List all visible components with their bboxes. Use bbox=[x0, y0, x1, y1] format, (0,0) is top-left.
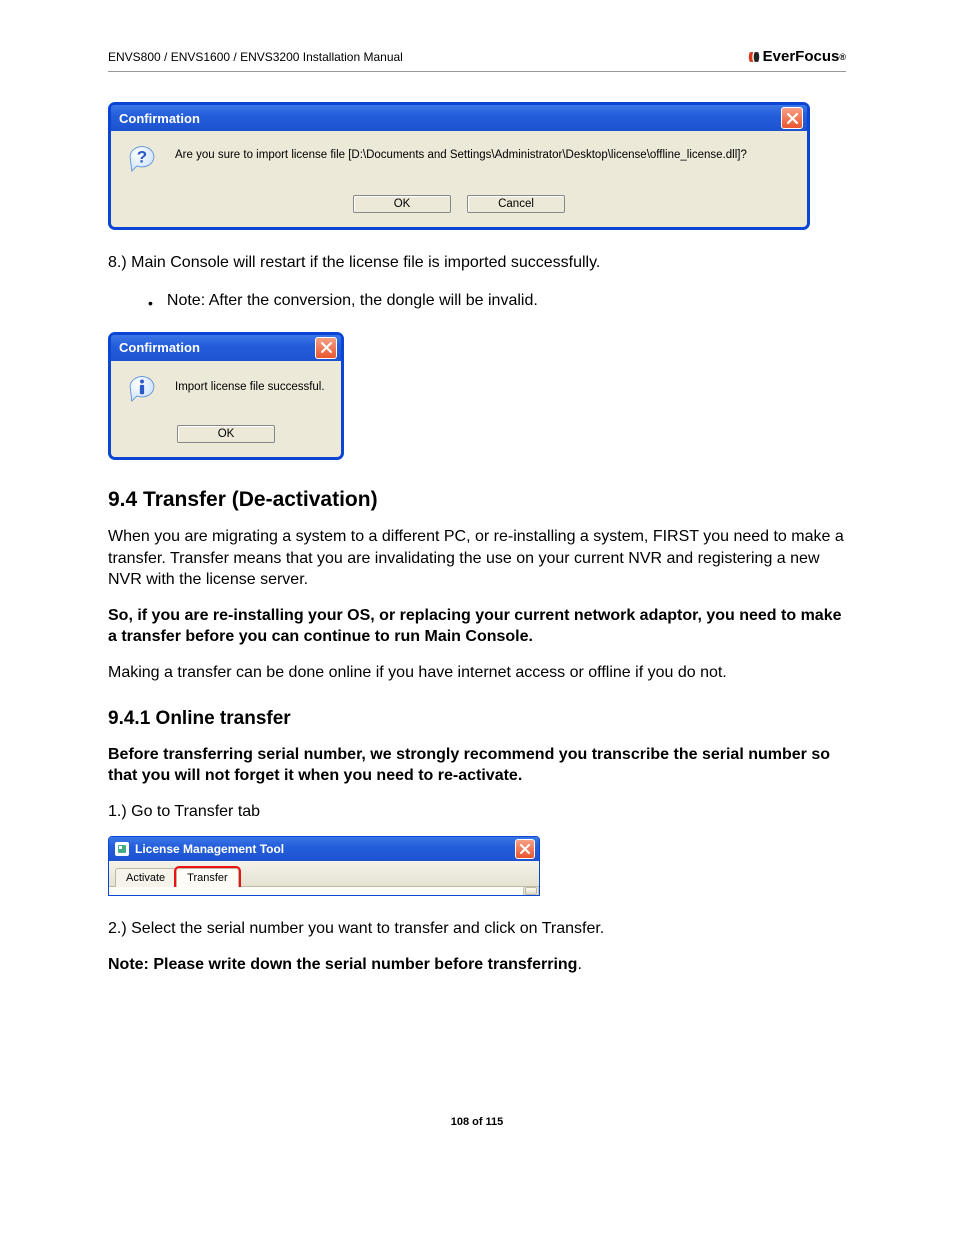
section-9-4-para-2: So, if you are re-installing your OS, or… bbox=[108, 605, 846, 648]
confirmation-dialog-success: Confirmation bbox=[108, 332, 344, 460]
app-icon bbox=[115, 842, 129, 856]
scroll-up-icon[interactable] bbox=[525, 887, 537, 895]
confirmation-dialog-import: Confirmation ? bbox=[108, 102, 810, 230]
section-9-4-para-1: When you are migrating a system to a dif… bbox=[108, 526, 846, 591]
section-9-4-1-para-1: Before transferring serial number, we st… bbox=[108, 744, 846, 787]
dialog-title: Confirmation bbox=[119, 111, 200, 126]
dialog-titlebar: Confirmation bbox=[111, 335, 341, 361]
everfocus-icon bbox=[747, 50, 761, 64]
info-icon bbox=[125, 373, 159, 407]
step-2-text: 2.) Select the serial number you want to… bbox=[108, 918, 846, 940]
section-9-4-1-heading: 9.4.1 Online transfer bbox=[108, 708, 846, 730]
cancel-button[interactable]: Cancel bbox=[467, 195, 565, 213]
note-write-down-period: . bbox=[577, 956, 581, 973]
close-icon[interactable] bbox=[315, 337, 337, 359]
ok-button[interactable]: OK bbox=[177, 425, 275, 443]
header-rule bbox=[108, 71, 846, 72]
note-write-down: Note: Please write down the serial numbe… bbox=[108, 954, 846, 976]
dialog-message: Import license file successful. bbox=[175, 373, 325, 393]
step-1-text: 1.) Go to Transfer tab bbox=[108, 801, 846, 823]
lmt-body bbox=[109, 887, 539, 895]
brand-logo: EverFocus® bbox=[747, 48, 846, 65]
lmt-titlebar: License Management Tool bbox=[109, 837, 539, 861]
brand-name: EverFocus bbox=[763, 48, 840, 65]
dialog-title: Confirmation bbox=[119, 340, 200, 355]
note-write-down-bold: Note: Please write down the serial numbe… bbox=[108, 956, 577, 973]
close-icon[interactable] bbox=[781, 107, 803, 129]
tab-activate[interactable]: Activate bbox=[115, 868, 176, 887]
scrollbar[interactable] bbox=[523, 887, 538, 895]
section-9-4-heading: 9.4 Transfer (De-activation) bbox=[108, 488, 846, 512]
bullet-icon: • bbox=[148, 292, 153, 314]
section-9-4-para-3: Making a transfer can be done online if … bbox=[108, 662, 846, 684]
svg-text:?: ? bbox=[137, 148, 147, 167]
note-text: Note: After the conversion, the dongle w… bbox=[167, 292, 538, 314]
brand-reg: ® bbox=[839, 52, 846, 62]
license-management-tool-window: License Management Tool Activate Transfe… bbox=[108, 836, 540, 896]
question-icon: ? bbox=[125, 143, 159, 177]
header-title: ENVS800 / ENVS1600 / ENVS3200 Installati… bbox=[108, 50, 403, 64]
note-bullet: • Note: After the conversion, the dongle… bbox=[148, 292, 846, 314]
ok-button[interactable]: OK bbox=[353, 195, 451, 213]
page-number: 108 of 115 bbox=[108, 1116, 846, 1128]
dialog-titlebar: Confirmation bbox=[111, 105, 807, 131]
tab-transfer[interactable]: Transfer bbox=[176, 868, 239, 887]
close-icon[interactable] bbox=[515, 839, 535, 859]
dialog-message: Are you sure to import license file [D:\… bbox=[175, 143, 747, 161]
lmt-title: License Management Tool bbox=[135, 842, 284, 856]
lmt-tabstrip: Activate Transfer bbox=[109, 861, 539, 887]
step-8-text: 8.) Main Console will restart if the lic… bbox=[108, 252, 846, 274]
page-header: ENVS800 / ENVS1600 / ENVS3200 Installati… bbox=[108, 48, 846, 65]
